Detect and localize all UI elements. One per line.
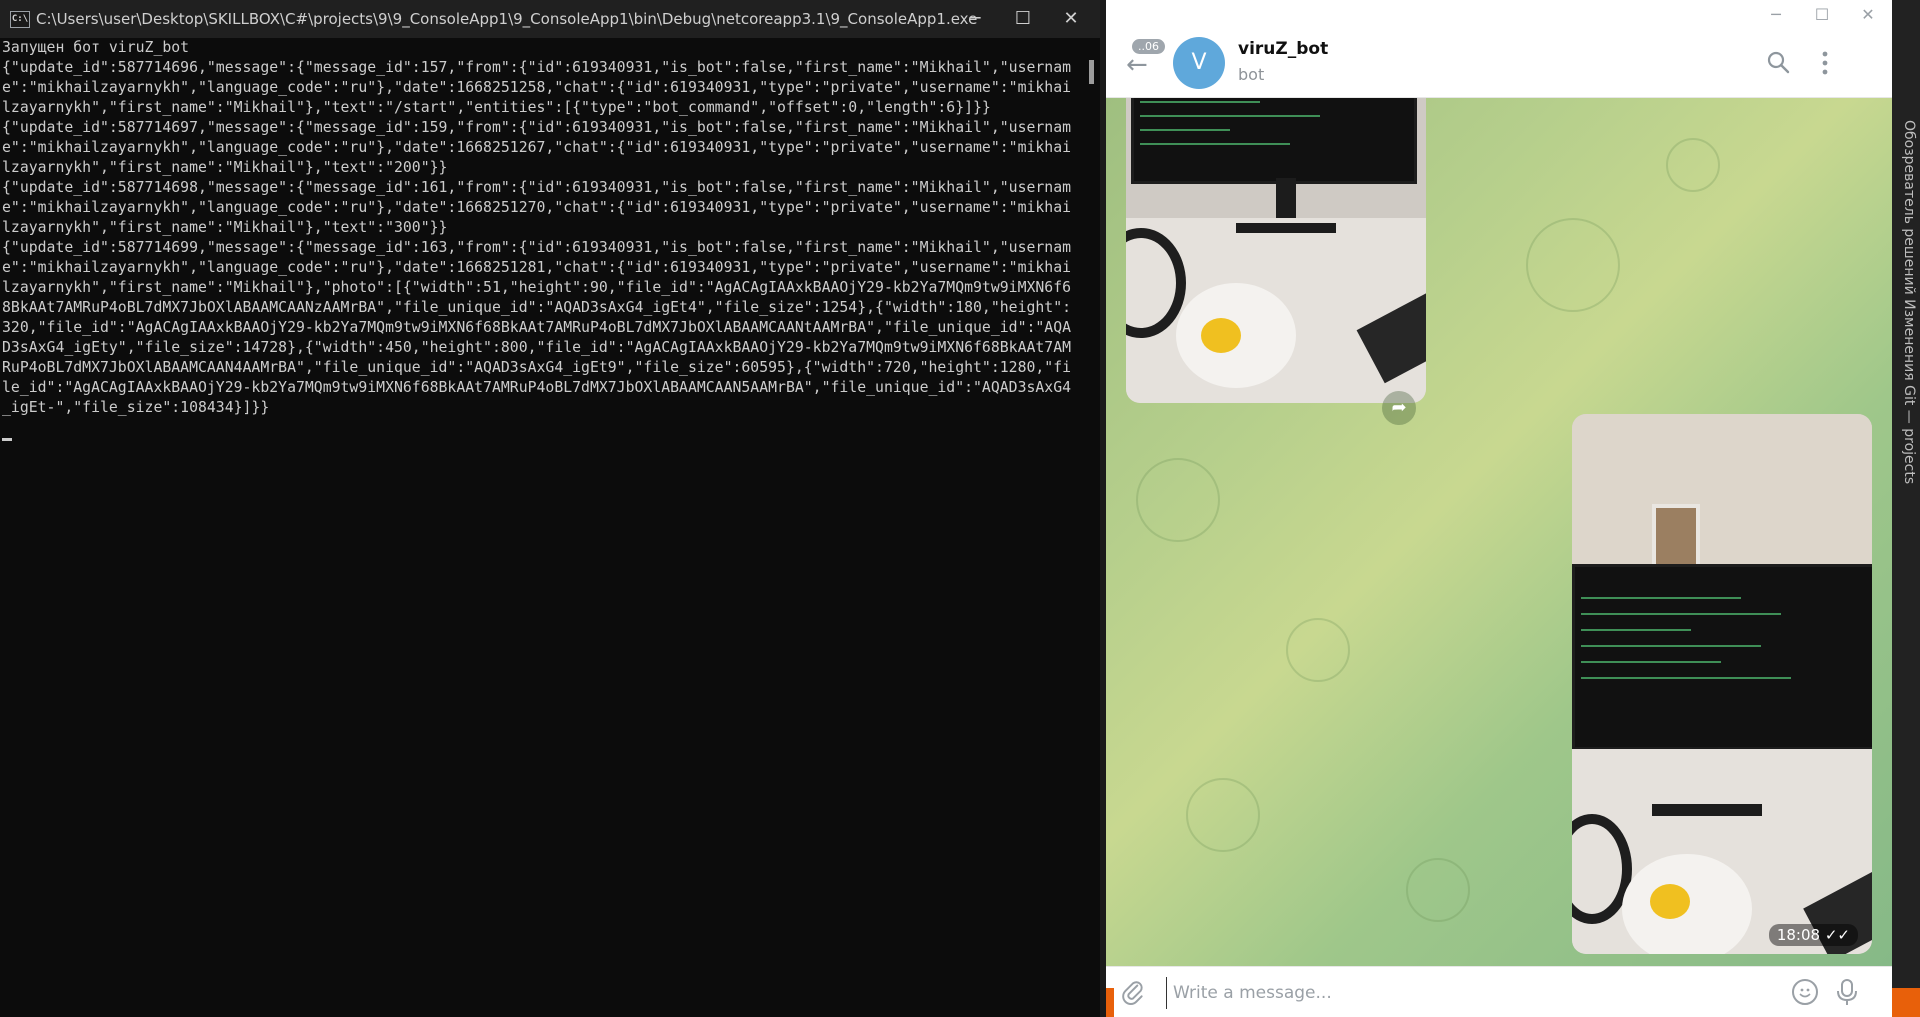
scrollbar-thumb[interactable]: [1089, 60, 1094, 84]
photo-lemon: [1201, 318, 1241, 353]
console-line: le_id":"AgACAgIAAxkBAAOjY29-kb2Ya7MQm9tw…: [2, 379, 1072, 396]
background-doodle: [1526, 218, 1620, 312]
console-line: e":"mikhailzayarnykh","language_code":"r…: [2, 139, 1072, 156]
ide-side-panel[interactable]: Обозреватель решений Изменения Git — pro…: [1892, 0, 1920, 1017]
incoming-photo[interactable]: [1126, 98, 1426, 403]
message-input[interactable]: [1166, 977, 1695, 1009]
forward-icon[interactable]: ➦: [1382, 391, 1416, 425]
console-line: D3sAxG4_igEty","file_size":14728},{"widt…: [2, 339, 1072, 356]
message-composer: [1106, 966, 1892, 1017]
unread-badge: ..06: [1132, 39, 1165, 54]
console-line: {"update_id":587714699,"message":{"messa…: [2, 239, 1072, 256]
side-panel-tabs[interactable]: Обозреватель решений Изменения Git — pro…: [1895, 120, 1917, 484]
console-line: _igEt-","file_size":108434}]}}: [2, 399, 270, 416]
console-line: 8BkAAt7AMRuP4oBL7dMX7JbOXlABAAMCAANzAAMr…: [2, 299, 1072, 316]
microphone-icon[interactable]: [1836, 978, 1858, 1006]
console-line: 320,"file_id":"AgACAgIAAxkBAAOjY29-kb2Ya…: [2, 319, 1072, 336]
tg-minimize-button[interactable]: ─: [1754, 0, 1798, 30]
message-meta: 18:08 ✓✓: [1768, 924, 1858, 946]
console-window-title: C:\Users\user\Desktop\SKILLBOX\C#\projec…: [36, 10, 978, 28]
more-vertical-icon[interactable]: [1820, 50, 1830, 76]
background-doodle: [1286, 618, 1350, 682]
paperclip-icon[interactable]: [1120, 979, 1146, 1005]
console-line: lzayarnykh","first_name":"Mikhail"},"pho…: [2, 279, 1072, 296]
console-line: {"update_id":587714697,"message":{"messa…: [2, 119, 1072, 136]
tg-close-button[interactable]: ✕: [1846, 0, 1890, 30]
message-time: 18:08: [1776, 926, 1821, 944]
tg-maximize-button[interactable]: ☐: [1800, 0, 1844, 30]
photo-lemon: [1650, 884, 1690, 919]
close-button[interactable]: ✕: [1048, 0, 1094, 38]
chat-history[interactable]: ➦ 18:08 ✓✓: [1106, 98, 1892, 966]
console-line: e":"mikhailzayarnykh","language_code":"r…: [2, 199, 1072, 216]
outgoing-photo[interactable]: 18:08 ✓✓: [1572, 414, 1872, 954]
console-window: C:\ C:\Users\user\Desktop\SKILLBOX\C#\pr…: [0, 0, 1100, 1017]
console-line: lzayarnykh","first_name":"Mikhail"},"tex…: [2, 99, 991, 116]
background-doodle: [1186, 778, 1260, 852]
photo-monitor: [1572, 564, 1872, 750]
console-output[interactable]: Запущен бот viruZ_bot {"update_id":58771…: [0, 38, 1082, 1017]
console-app-icon: C:\: [10, 11, 30, 28]
console-scrollbar[interactable]: [1086, 40, 1100, 1017]
minimize-button[interactable]: ─: [952, 0, 998, 38]
emoji-icon[interactable]: [1792, 979, 1818, 1005]
background-doodle: [1136, 458, 1220, 542]
console-line: RuP4oBL7dMX7JbOXlABAAMCAAN4AAMrBA","file…: [2, 359, 1072, 376]
photo-monitor: [1131, 98, 1417, 184]
telegram-titlebar[interactable]: ─ ☐ ✕: [1106, 0, 1892, 30]
console-line: Запущен бот viruZ_bot: [2, 39, 190, 56]
chat-title[interactable]: viruZ_bot: [1238, 39, 1328, 59]
console-line: lzayarnykh","first_name":"Mikhail"},"tex…: [2, 159, 448, 176]
background-doodle: [1406, 858, 1470, 922]
read-checkmark-icon: ✓✓: [1824, 926, 1850, 944]
chat-status: bot: [1238, 65, 1265, 84]
telegram-window: ─ ☐ ✕ ← ..06 V viruZ_bot bot ➦ 18:08 ✓✓ …: [1106, 0, 1892, 1017]
avatar[interactable]: V: [1173, 37, 1225, 89]
console-line: lzayarnykh","first_name":"Mikhail"},"tex…: [2, 219, 448, 236]
console-line: e":"mikhailzayarnykh","language_code":"r…: [2, 79, 1072, 96]
back-arrow-icon[interactable]: ←: [1126, 50, 1148, 80]
console-line: {"update_id":587714698,"message":{"messa…: [2, 179, 1072, 196]
taskbar-accent: [1106, 988, 1114, 1017]
search-icon[interactable]: [1766, 50, 1790, 74]
console-line: {"update_id":587714696,"message":{"messa…: [2, 59, 1072, 76]
text-cursor: [2, 438, 12, 441]
chat-header: ← ..06 V viruZ_bot bot: [1106, 30, 1892, 98]
background-doodle: [1666, 138, 1720, 192]
maximize-button[interactable]: ☐: [1000, 0, 1046, 38]
console-line: e":"mikhailzayarnykh","language_code":"r…: [2, 259, 1072, 276]
taskbar-accent: [1892, 988, 1920, 1017]
console-titlebar[interactable]: C:\ C:\Users\user\Desktop\SKILLBOX\C#\pr…: [0, 0, 1100, 38]
